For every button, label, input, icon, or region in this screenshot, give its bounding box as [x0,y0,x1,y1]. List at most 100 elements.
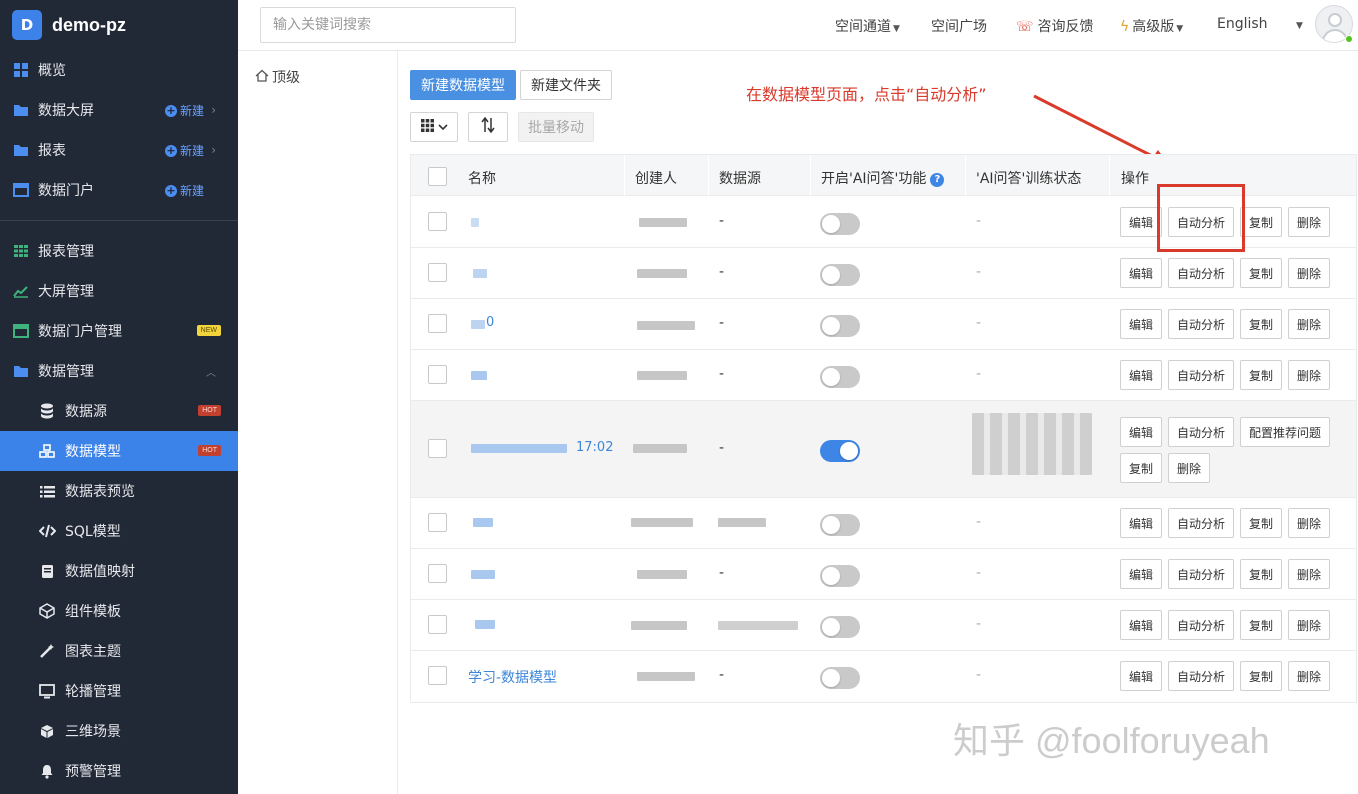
batch-move-button[interactable]: 批量移动 [518,112,594,142]
model-name-link[interactable]: 0 [486,315,494,330]
sidebar-item-portal-manage[interactable]: 数据门户管理 NEW [0,311,238,351]
model-name-link[interactable]: 17:02 [576,440,613,455]
new-report-button[interactable]: + 新建 [164,142,204,159]
row-checkbox[interactable] [428,263,447,282]
ai-toggle[interactable] [820,315,860,337]
auto-analyze-button[interactable]: 自动分析 [1168,559,1234,589]
nav-language[interactable]: English [1217,16,1268,32]
row-checkbox[interactable] [428,564,447,583]
nav-space-plaza[interactable]: 空间广场 [931,16,987,36]
row-checkbox[interactable] [428,365,447,384]
delete-button[interactable]: 删除 [1288,508,1330,538]
sidebar-item-report-manage[interactable]: 报表管理 [0,231,238,271]
auto-analyze-button[interactable]: 自动分析 [1168,417,1234,447]
row-checkbox[interactable] [428,212,447,231]
view-switch-button[interactable] [410,112,458,142]
copy-button[interactable]: 复制 [1240,258,1282,288]
sidebar-item-table-preview[interactable]: 数据表预览 [0,471,238,511]
brand[interactable]: D demo-pz [0,0,238,50]
model-name-link[interactable]: 学习-数据模型 [468,667,557,687]
select-all-checkbox[interactable] [428,167,447,186]
delete-button[interactable]: 删除 [1288,258,1330,288]
nav-feedback[interactable]: ☏ 咨询反馈 [1016,16,1094,36]
user-menu-caret[interactable]: ▼ [1294,16,1303,32]
delete-button[interactable]: 删除 [1288,309,1330,339]
row-checkbox[interactable] [428,615,447,634]
copy-button[interactable]: 复制 [1120,453,1162,483]
ai-toggle[interactable] [820,565,860,587]
auto-analyze-button[interactable]: 自动分析 [1168,309,1234,339]
delete-button[interactable]: 删除 [1288,207,1330,237]
copy-button[interactable]: 复制 [1240,207,1282,237]
search-input[interactable] [260,7,516,43]
config-questions-button[interactable]: 配置推荐问题 [1240,417,1330,447]
sidebar-item-component-template[interactable]: 组件模板 [0,591,238,631]
row-checkbox[interactable] [428,666,447,685]
copy-button[interactable]: 复制 [1240,508,1282,538]
new-model-button[interactable]: 新建数据模型 [410,70,516,100]
copy-button[interactable]: 复制 [1240,661,1282,691]
sidebar-item-chart-theme[interactable]: 图表主题 [0,631,238,671]
sidebar-item-screen-manage[interactable]: 大屏管理 [0,271,238,311]
row-checkbox[interactable] [428,439,447,458]
sidebar-item-alert[interactable]: 预警管理 [0,751,238,791]
ai-toggle[interactable] [820,440,860,462]
folder-root[interactable]: 顶级 [255,67,300,87]
delete-button[interactable]: 删除 [1288,610,1330,640]
sidebar-item-label: 报表 [38,143,66,159]
auto-analyze-button[interactable]: 自动分析 [1168,258,1234,288]
delete-button[interactable]: 删除 [1168,453,1210,483]
delete-button[interactable]: 删除 [1288,661,1330,691]
ai-toggle[interactable] [820,264,860,286]
sort-button[interactable] [468,112,508,142]
model-icon [38,442,56,460]
sidebar-item-overview[interactable]: 概览 [0,50,238,90]
row-checkbox[interactable] [428,314,447,333]
sidebar-item-label: 数据模型 [65,444,121,460]
ai-toggle[interactable] [820,667,860,689]
delete-button[interactable]: 删除 [1288,559,1330,589]
creator-redacted [631,518,693,527]
plus-icon: + [164,103,177,117]
edit-button[interactable]: 编辑 [1120,661,1162,691]
auto-analyze-button[interactable]: 自动分析 [1168,508,1234,538]
copy-button[interactable]: 复制 [1240,360,1282,390]
copy-button[interactable]: 复制 [1240,610,1282,640]
column-header-actions: 操作 [1121,171,1149,187]
sidebar-item-carousel[interactable]: 轮播管理 [0,671,238,711]
sidebar-item-data-manage[interactable]: 数据管理 ︿ [0,351,238,391]
ai-toggle[interactable] [820,213,860,235]
sidebar-item-3d-scene[interactable]: 三维场景 [0,711,238,751]
sidebar-item-dashboard[interactable]: 数据大屏 + 新建 › [0,90,238,130]
edit-button[interactable]: 编辑 [1120,258,1162,288]
edit-button[interactable]: 编辑 [1120,207,1162,237]
edit-button[interactable]: 编辑 [1120,360,1162,390]
nav-space-channel[interactable]: 空间通道 ▼ [835,16,900,36]
sidebar-item-data-model[interactable]: 数据模型 HOT [0,431,238,471]
edit-button[interactable]: 编辑 [1120,559,1162,589]
sidebar-item-portal[interactable]: 数据门户 + 新建 [0,170,238,210]
ai-toggle[interactable] [820,616,860,638]
delete-button[interactable]: 删除 [1288,360,1330,390]
edit-button[interactable]: 编辑 [1120,309,1162,339]
sidebar-item-sql-model[interactable]: SQL模型 [0,511,238,551]
copy-button[interactable]: 复制 [1240,559,1282,589]
new-folder-button[interactable]: 新建文件夹 [520,70,612,100]
edit-button[interactable]: 编辑 [1120,610,1162,640]
sidebar-item-datasource[interactable]: 数据源 HOT [0,391,238,431]
help-icon[interactable]: ? [930,173,945,187]
ai-toggle[interactable] [820,366,860,388]
copy-button[interactable]: 复制 [1240,309,1282,339]
row-checkbox[interactable] [428,513,447,532]
auto-analyze-button[interactable]: 自动分析 [1168,610,1234,640]
sidebar-item-report[interactable]: 报表 + 新建 › [0,130,238,170]
ai-toggle[interactable] [820,514,860,536]
sidebar-item-value-mapping[interactable]: 数据值映射 [0,551,238,591]
nav-premium[interactable]: ϟ 高级版 ▼ [1120,16,1183,36]
new-dashboard-button[interactable]: + 新建 [164,102,204,119]
new-portal-button[interactable]: + 新建 [164,182,204,199]
auto-analyze-button[interactable]: 自动分析 [1168,360,1234,390]
auto-analyze-button[interactable]: 自动分析 [1168,661,1234,691]
edit-button[interactable]: 编辑 [1120,417,1162,447]
edit-button[interactable]: 编辑 [1120,508,1162,538]
